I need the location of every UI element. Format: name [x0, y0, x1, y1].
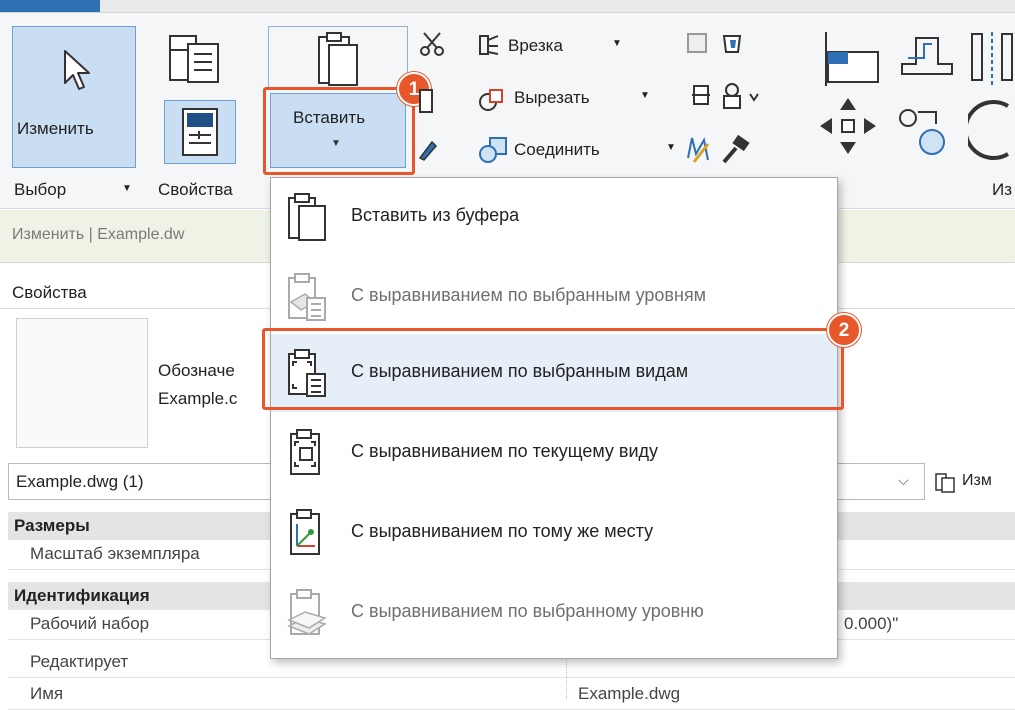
properties-panel-label: Свойства — [158, 180, 233, 199]
paste-button-top[interactable] — [268, 26, 408, 90]
menu-item-label: С выравниванием по тому же месту — [351, 521, 654, 541]
paste-level-icon — [287, 589, 327, 635]
property-key: Редактирует — [30, 652, 129, 671]
wall-joins-icon[interactable] — [686, 30, 712, 56]
property-row[interactable]: Имя Example.dwg — [8, 680, 1015, 710]
split-face-icon[interactable] — [686, 82, 714, 108]
paste-clipboard-icon — [318, 32, 358, 86]
paste-current-view-icon — [290, 429, 320, 475]
join-geometry-label[interactable]: Соединить — [514, 140, 600, 160]
property-value: Example.dwg — [578, 684, 681, 703]
copy-icon[interactable] — [418, 86, 436, 116]
menu-item-label: Вставить из буфера — [351, 205, 520, 225]
properties-title: Свойства — [12, 283, 87, 302]
scissors-icon[interactable] — [418, 30, 446, 58]
type-family-label: Обозначе — [158, 361, 235, 380]
menu-item-label: С выравниванием по выбранному уровню — [351, 601, 704, 621]
property-value: 0.000)" — [844, 614, 899, 633]
chevron-down-icon[interactable]: ⌵ — [898, 472, 909, 489]
chevron-down-icon[interactable]: ▼ — [612, 38, 622, 49]
menu-item-label: С выравниванием по текущему виду — [351, 441, 659, 461]
ribbon-active-tab[interactable] — [0, 0, 100, 12]
paste-dropdown-menu: Вставить из буфера С выравниванием по вы… — [270, 177, 838, 659]
properties-palette-button[interactable] — [164, 100, 236, 164]
align-icon[interactable] — [820, 30, 882, 90]
ribbon-tab-strip — [0, 0, 1015, 13]
demolish-icon[interactable] — [720, 82, 760, 110]
cut-geometry-label[interactable]: Вырезать — [514, 88, 590, 108]
menu-item-aligned-selected-level[interactable]: С выравниванием по выбранному уровню — [271, 574, 837, 652]
menu-item-aligned-current-view[interactable]: С выравниванием по текущему виду — [271, 414, 837, 492]
paste-same-place-icon — [290, 509, 320, 555]
edit-icon[interactable] — [684, 134, 712, 164]
property-key: Имя — [30, 684, 64, 703]
chevron-down-icon[interactable]: ▼ — [666, 142, 676, 153]
type-properties-icon[interactable] — [166, 30, 228, 90]
paste-levels-icon — [288, 273, 326, 321]
section-title: Идентификация — [14, 586, 150, 605]
properties-palette-icon — [182, 108, 218, 156]
select-panel-label[interactable]: Выбор — [14, 180, 66, 200]
property-key: Рабочий набор — [30, 614, 150, 633]
edit-type-label[interactable]: Изм — [962, 472, 992, 490]
menu-item-aligned-same-place[interactable]: С выравниванием по тому же месту — [271, 494, 837, 572]
type-preview-image — [16, 318, 148, 448]
modify-panel-label: Из — [992, 180, 1013, 199]
edit-type-icon[interactable] — [934, 472, 956, 494]
copy-element-icon[interactable] — [896, 104, 954, 160]
instance-filter-value: Example.dwg (1) — [16, 472, 144, 491]
match-properties-icon[interactable] — [418, 136, 438, 162]
menu-item-paste-from-clipboard[interactable]: Вставить из буфера — [271, 178, 837, 256]
clipboard-icon — [288, 193, 326, 241]
callout-badge-2: 2 — [827, 313, 861, 347]
context-bar-text: Изменить | Example.dw — [12, 226, 185, 243]
menu-item-aligned-selected-levels[interactable]: С выравниванием по выбранным уровням — [271, 258, 837, 336]
section-title: Размеры — [14, 516, 90, 535]
mirror-icon[interactable] — [968, 30, 1015, 88]
move-icon[interactable] — [818, 96, 878, 156]
menu-item-label: С выравниванием по выбранным уровням — [351, 285, 707, 305]
hammer-icon[interactable] — [720, 134, 754, 164]
chevron-down-icon[interactable]: ▼ — [640, 90, 650, 101]
chevron-down-icon[interactable]: ▼ — [122, 183, 132, 194]
cope-icon — [479, 35, 499, 55]
modify-label: Изменить — [17, 119, 94, 138]
type-name-label: Example.c — [158, 389, 238, 408]
offset-icon[interactable] — [898, 30, 956, 82]
cope-label[interactable]: Врезка — [508, 36, 563, 56]
join-geometry-icon — [479, 137, 507, 163]
cursor-arrow-icon — [64, 50, 90, 90]
modify-button[interactable]: Изменить — [12, 26, 136, 168]
rotate-icon[interactable] — [968, 96, 1015, 164]
cut-geometry-icon — [479, 89, 503, 111]
paint-icon[interactable] — [720, 30, 746, 56]
property-key: Масштаб экземпляра — [30, 544, 200, 563]
menu-item-highlight — [262, 328, 844, 410]
paste-button-highlight — [263, 87, 415, 175]
